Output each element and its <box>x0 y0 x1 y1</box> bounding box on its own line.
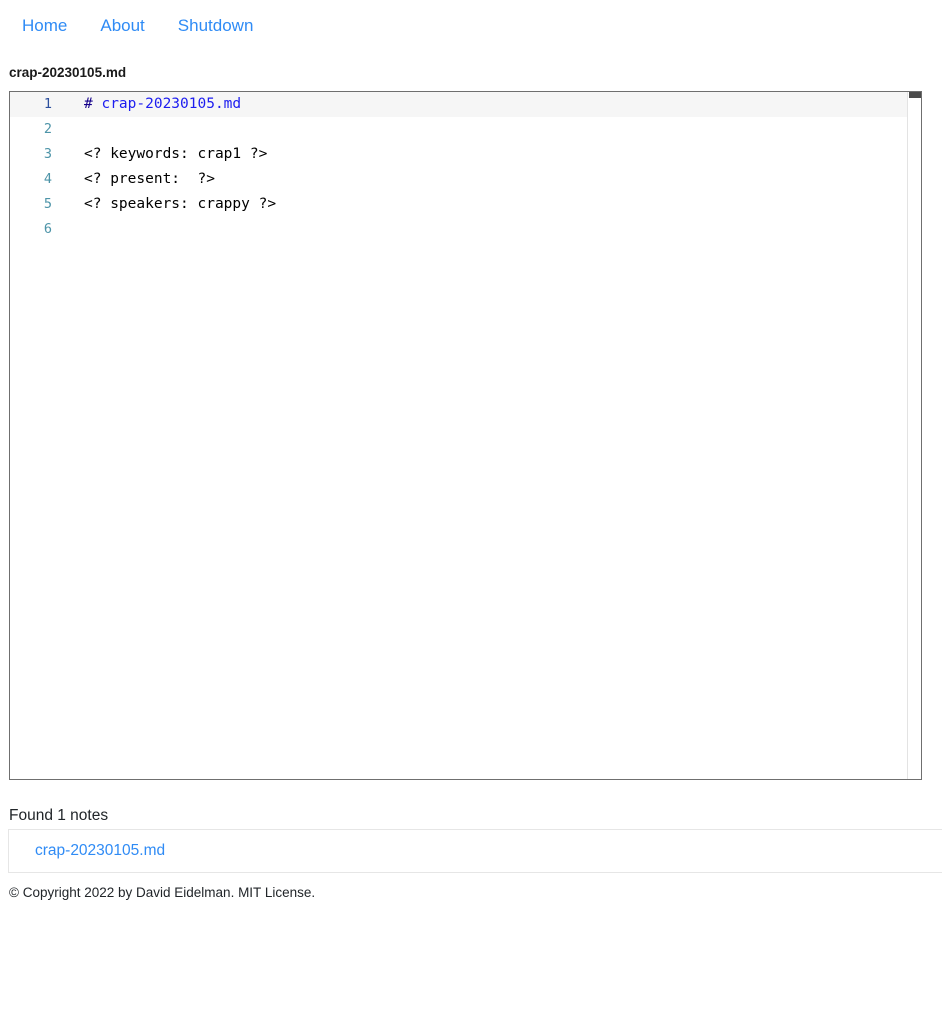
footer-copyright: © Copyright 2022 by David Eidelman. MIT … <box>9 885 316 900</box>
line-number: 3 <box>43 146 52 162</box>
code-line-text[interactable]: <? keywords: crap1 ?> <box>64 146 267 162</box>
editor-content-area[interactable]: 1 # crap-20230105.md 2 3 <? keywords: crap1 … <box>10 91 907 779</box>
list-item[interactable]: crap-20230105.md <box>9 830 942 872</box>
code-line[interactable]: 3 <? keywords: crap1 ?> <box>10 142 907 167</box>
code-line[interactable]: 4 <? present: ?> <box>10 167 907 192</box>
code-token: <? present: ?> <box>84 171 215 187</box>
code-token: <? speakers: crappy ?> <box>84 196 277 212</box>
line-number: 4 <box>43 171 52 187</box>
code-line[interactable]: 5 <? speakers: crappy ?> <box>10 192 907 217</box>
line-number: 1 <box>43 96 52 112</box>
code-line-text[interactable]: <? speakers: crappy ?> <box>64 196 276 212</box>
code-token: # <box>84 96 102 112</box>
code-line[interactable]: 6 <box>10 217 907 242</box>
code-line[interactable]: 2 <box>10 117 907 142</box>
nav-link-home[interactable]: Home <box>22 17 67 34</box>
nav-link-shutdown[interactable]: Shutdown <box>178 17 254 34</box>
editor-vertical-scrollbar[interactable] <box>907 91 921 779</box>
editor-scrollbar-thumb[interactable] <box>909 91 921 98</box>
note-link[interactable]: crap-20230105.md <box>35 842 165 859</box>
main-navbar: Home About Shutdown <box>0 0 942 50</box>
code-line[interactable]: 1 # crap-20230105.md <box>10 91 907 117</box>
line-number: 2 <box>43 121 52 137</box>
code-editor[interactable]: 1 # crap-20230105.md 2 3 <? keywords: crap1 … <box>9 90 922 780</box>
nav-link-about[interactable]: About <box>100 17 144 34</box>
code-line-text[interactable]: <? present: ?> <box>64 171 215 187</box>
results-heading: Found 1 notes <box>9 806 109 824</box>
code-token: <? keywords: crap1 ?> <box>84 146 268 162</box>
notes-list: crap-20230105.md <box>8 829 942 873</box>
line-number: 5 <box>43 196 52 212</box>
page-title: crap-20230105.md <box>9 65 127 80</box>
line-number: 6 <box>43 221 52 237</box>
code-line-text[interactable]: # crap-20230105.md <box>64 96 241 112</box>
code-token: crap-20230105.md <box>101 96 242 112</box>
